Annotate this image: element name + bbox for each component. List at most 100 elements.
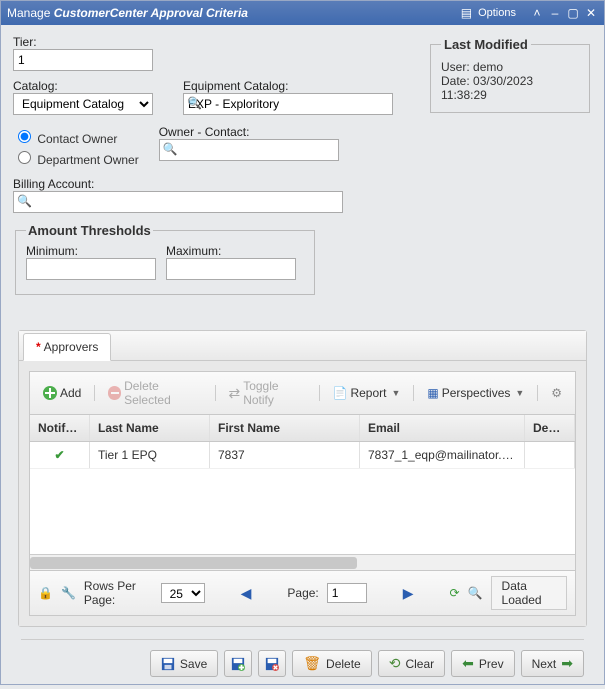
separator: [537, 385, 538, 401]
owner-contact-input[interactable]: [159, 139, 339, 161]
options-button[interactable]: Options: [478, 7, 516, 19]
bottom-bar: Save 🗑 Delete ⟲ Clear ⬅ Prev Next: [21, 639, 584, 677]
cell-email: 7837_1_eqp@mailinator.com: [360, 442, 525, 468]
maximum-input[interactable]: [166, 258, 296, 280]
scrollbar-thumb[interactable]: [30, 557, 357, 569]
tabs: *Approvers: [19, 331, 586, 361]
pager: 🔒 🔧 Rows Per Page: 25 ◀ Page: ▶: [30, 570, 575, 615]
col-header-last-name[interactable]: Last Name: [90, 415, 210, 441]
last-modified-legend: Last Modified: [441, 37, 531, 52]
equipment-catalog-input[interactable]: [183, 93, 393, 115]
catalog-label: Catalog:: [13, 79, 153, 93]
col-header-notify[interactable]: Notify▴▾: [30, 415, 90, 441]
department-owner-radio-input[interactable]: [18, 151, 31, 164]
next-button[interactable]: Next ➡: [521, 650, 584, 677]
page-input[interactable]: [327, 583, 367, 603]
report-button[interactable]: 📄 Report ▼: [326, 383, 408, 403]
cell-notify: ✔: [30, 442, 90, 468]
separator: [319, 385, 320, 401]
prev-button[interactable]: ⬅ Prev: [451, 650, 514, 677]
grid: Add Delete Selected ⇄ Toggle Notify: [29, 371, 576, 616]
user-label: User:: [441, 60, 473, 74]
arrow-left-icon: ⬅: [462, 655, 474, 672]
perspectives-button[interactable]: ▦ Perspectives ▼: [420, 383, 531, 403]
col-header-email[interactable]: Email: [360, 415, 525, 441]
window: Manage CustomerCenter Approval Criteria …: [0, 0, 605, 685]
owner-contact-label: Owner - Contact:: [159, 125, 339, 139]
arrow-right-icon: ➡: [561, 655, 573, 672]
minimum-label: Minimum:: [26, 244, 156, 258]
zoom-icon[interactable]: 🔍: [468, 586, 483, 600]
user-value: demo: [473, 60, 503, 74]
catalog-select[interactable]: Equipment Catalog: [13, 93, 153, 115]
settings-button[interactable]: ⚙: [544, 383, 569, 403]
last-modified-user: User: demo: [441, 60, 579, 74]
gear-icon: ⚙: [551, 386, 562, 400]
report-icon: 📄: [333, 386, 348, 400]
page-prev-button[interactable]: ◀: [237, 585, 256, 602]
minimum-input[interactable]: [26, 258, 156, 280]
col-notify-label: Notify: [38, 421, 77, 435]
billing-account-input[interactable]: [13, 191, 343, 213]
close-icon[interactable]: ✕: [584, 6, 598, 20]
save-icon: [161, 657, 175, 671]
search-icon: 🔍: [17, 194, 32, 208]
owner-radio-group: Contact Owner Department Owner: [13, 125, 139, 169]
delete-button[interactable]: 🗑 Delete: [292, 650, 371, 677]
plus-icon: [43, 386, 57, 400]
next-label: Next: [532, 657, 557, 671]
chevron-down-icon: ▼: [392, 388, 401, 398]
col-header-department[interactable]: Department: [525, 415, 575, 441]
save-button[interactable]: Save: [150, 650, 218, 677]
rows-per-page-select[interactable]: 25: [161, 583, 205, 603]
search-icon: 🔍: [187, 96, 202, 110]
check-icon: ✔: [54, 448, 64, 462]
toggle-notify-label: Toggle Notify: [243, 379, 305, 407]
title-strong: CustomerCenter Approval Criteria: [54, 6, 248, 20]
last-modified-panel: Last Modified User: demo Date: 03/30/202…: [430, 37, 590, 113]
save-close-button[interactable]: [258, 650, 286, 677]
equipment-catalog-label: Equipment Catalog:: [183, 79, 393, 93]
page-next-button[interactable]: ▶: [399, 585, 418, 602]
wrench-icon[interactable]: 🔧: [61, 586, 76, 600]
add-button[interactable]: Add: [36, 383, 88, 403]
contact-owner-radio-input[interactable]: [18, 130, 31, 143]
collapse-icon[interactable]: ˄: [530, 6, 544, 20]
approvers-panel: *Approvers Add Delete Selected: [18, 330, 587, 627]
delete-selected-button: Delete Selected: [101, 376, 208, 410]
lock-icon[interactable]: 🔒: [38, 586, 53, 600]
grid-header: Notify▴▾ Last Name First Name Email Depa…: [30, 415, 575, 442]
cell-department: [525, 442, 575, 468]
department-owner-radio[interactable]: Department Owner: [13, 148, 139, 167]
col-header-first-name[interactable]: First Name: [210, 415, 360, 441]
thresholds-panel: Amount Thresholds Minimum: Maximum:: [15, 223, 315, 295]
perspectives-label: Perspectives: [442, 386, 511, 400]
save-label: Save: [180, 657, 207, 671]
separator: [215, 385, 216, 401]
toggle-notify-button: ⇄ Toggle Notify: [221, 376, 312, 410]
save-new-icon: [231, 657, 245, 671]
minimum-field: Minimum:: [26, 244, 156, 280]
refresh-icon[interactable]: ⟳: [450, 586, 460, 600]
refresh-icon: ⟲: [389, 655, 401, 672]
billing-account-field: Billing Account: 🔍: [13, 177, 592, 213]
separator: [413, 385, 414, 401]
delete-label: Delete: [326, 657, 361, 671]
maximize-icon[interactable]: ▢: [566, 6, 580, 20]
tier-input[interactable]: [13, 49, 153, 71]
clear-button[interactable]: ⟲ Clear: [378, 650, 445, 677]
table-row[interactable]: ✔ Tier 1 EPQ 7837 7837_1_eqp@mailinator.…: [30, 442, 575, 469]
chevron-down-icon: ▼: [515, 388, 524, 398]
pager-status: Data Loaded: [491, 576, 567, 610]
required-star-icon: *: [36, 340, 41, 354]
save-new-button[interactable]: [224, 650, 252, 677]
tab-approvers-label: Approvers: [44, 340, 99, 354]
prev-label: Prev: [479, 657, 504, 671]
horizontal-scrollbar[interactable]: [30, 554, 575, 570]
report-label: Report: [350, 386, 386, 400]
tab-approvers[interactable]: *Approvers: [23, 333, 111, 361]
minus-icon: [108, 386, 121, 400]
minimize-icon[interactable]: –: [548, 6, 562, 20]
perspectives-icon: ▦: [427, 386, 438, 400]
contact-owner-radio[interactable]: Contact Owner: [13, 127, 139, 146]
